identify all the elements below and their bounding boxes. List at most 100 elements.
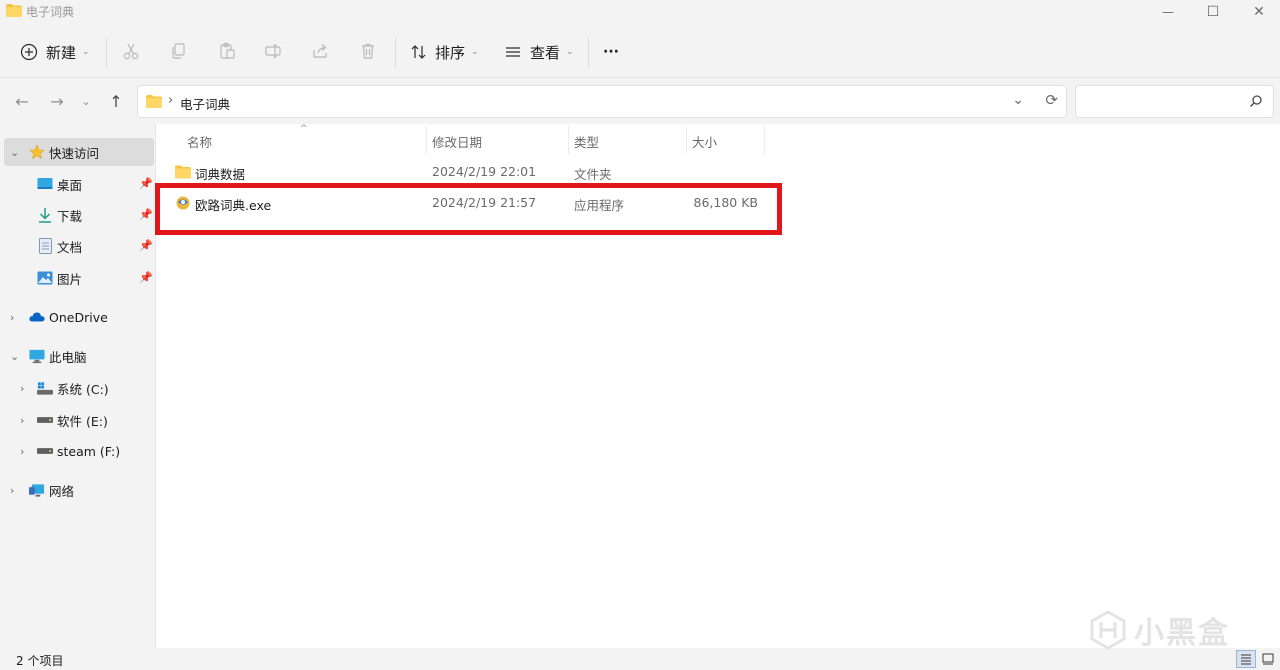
- sidebar-item-network[interactable]: › 网络: [0, 476, 156, 504]
- up-button[interactable]: ↑: [104, 90, 128, 112]
- sidebar-item-label: 桌面: [57, 177, 83, 193]
- network-icon: [29, 482, 45, 498]
- document-icon: [37, 238, 53, 254]
- share-button[interactable]: [310, 40, 332, 62]
- column-header-label: 大小: [692, 134, 718, 150]
- sort-label: 排序: [435, 43, 466, 62]
- chevron-down-icon[interactable]: ⌄: [10, 146, 20, 159]
- column-header-modified[interactable]: 修改日期: [432, 127, 482, 155]
- pin-icon[interactable]: 📌: [139, 208, 153, 222]
- cut-button[interactable]: [120, 40, 142, 62]
- refresh-icon[interactable]: ⟳: [1045, 91, 1058, 109]
- search-icon: [1250, 95, 1262, 107]
- sidebar-item-downloads[interactable]: 下载 📌: [0, 201, 156, 229]
- folder-icon: [146, 95, 162, 108]
- delete-button[interactable]: [357, 40, 379, 62]
- highlight-box: [155, 183, 782, 235]
- share-icon: [313, 44, 327, 58]
- pin-icon[interactable]: 📌: [139, 177, 153, 191]
- address-dropdown-icon[interactable]: ⌄: [1012, 92, 1024, 108]
- download-icon: [37, 207, 53, 223]
- chevron-right-icon[interactable]: ›: [10, 484, 20, 497]
- rename-button[interactable]: [262, 40, 284, 62]
- column-divider[interactable]: [686, 126, 687, 154]
- sidebar-item-onedrive[interactable]: › OneDrive: [0, 303, 156, 331]
- computer-icon: [29, 348, 45, 364]
- trash-icon: [362, 43, 374, 59]
- column-divider[interactable]: [764, 126, 765, 154]
- pin-icon[interactable]: 📌: [139, 271, 153, 285]
- chevron-right-icon[interactable]: ›: [20, 445, 30, 458]
- star-icon: [29, 144, 45, 160]
- watermark-text: 小黑盒: [1134, 616, 1230, 651]
- arrow-left-icon: ←: [15, 91, 29, 111]
- search-box[interactable]: [1075, 85, 1274, 118]
- sidebar-item-pictures[interactable]: 图片 📌: [0, 264, 156, 292]
- sidebar-item-quick-access[interactable]: ⌄ 快速访问: [4, 138, 154, 166]
- item-count: 2 个项目: [16, 654, 64, 668]
- pictures-icon: [37, 270, 53, 286]
- sidebar-item-this-pc[interactable]: ⌄ 此电脑: [0, 342, 156, 370]
- back-button[interactable]: ←: [10, 90, 34, 112]
- arrow-right-icon: →: [50, 91, 64, 111]
- forward-button[interactable]: →: [45, 90, 69, 112]
- paste-icon: [220, 42, 235, 59]
- view-label: 查看: [530, 43, 561, 62]
- sort-button[interactable]: 排序 ⌄: [410, 36, 479, 68]
- sidebar-item-desktop[interactable]: 桌面 📌: [0, 170, 156, 198]
- copy-button[interactable]: [168, 40, 190, 62]
- chevron-right-icon[interactable]: ›: [10, 311, 20, 324]
- sidebar-item-drive-e[interactable]: › 软件 (E:): [0, 406, 156, 434]
- navigation-pane: ⌄ 快速访问 桌面 📌 下载 📌 文档 📌 图片 📌 › OneDrive ⌄ …: [0, 124, 156, 648]
- breadcrumb-current-folder[interactable]: 电子词典: [180, 94, 230, 113]
- column-header-label: 名称: [187, 134, 213, 150]
- sidebar-item-label: steam (F:): [57, 443, 121, 459]
- column-divider[interactable]: [568, 126, 569, 154]
- chevron-down-icon: ⌄: [82, 47, 90, 57]
- view-button[interactable]: 查看 ⌄: [504, 36, 574, 68]
- sidebar-item-drive-c[interactable]: › 系统 (C:): [0, 374, 156, 402]
- window-title: 电子词典: [26, 5, 75, 19]
- sidebar-item-label: 此电脑: [49, 349, 87, 365]
- sidebar-item-label: 图片: [57, 271, 83, 287]
- command-bar: 新建 ⌄ 排序 ⌄ 查看 ⌄ ···: [0, 24, 1280, 78]
- search-input[interactable]: [1082, 92, 1242, 112]
- column-header-label: 类型: [574, 134, 600, 150]
- new-button[interactable]: 新建 ⌄: [20, 36, 90, 68]
- column-divider[interactable]: [426, 126, 427, 154]
- cut-icon: [123, 43, 139, 60]
- address-bar[interactable]: › 电子词典 ⌄ ⟳: [137, 85, 1067, 118]
- file-modified: 2024/2/19 22:01: [432, 164, 537, 179]
- watermark-logo-icon: [1090, 610, 1126, 650]
- watermark: 小黑盒: [1088, 604, 1248, 656]
- copy-icon: [172, 43, 185, 59]
- file-name: 词典数据: [195, 167, 246, 182]
- sidebar-item-drive-f[interactable]: › steam (F:): [0, 437, 156, 465]
- chevron-down-icon: ⌄: [81, 94, 91, 108]
- close-icon: ✕: [1253, 4, 1265, 20]
- column-header-size[interactable]: 大小: [692, 127, 717, 155]
- maximize-button[interactable]: ☐: [1190, 0, 1236, 24]
- new-label: 新建: [46, 43, 77, 62]
- rename-icon: [265, 44, 281, 58]
- breadcrumb-separator: ›: [168, 93, 174, 108]
- sidebar-item-label: 快速访问: [49, 145, 100, 161]
- more-options-button[interactable]: ···: [603, 36, 619, 68]
- folder-icon: [175, 165, 191, 179]
- column-header-type[interactable]: 类型: [574, 127, 599, 155]
- tiles-view-icon: [1262, 653, 1274, 665]
- pin-icon[interactable]: 📌: [139, 239, 153, 253]
- cloud-icon: [29, 309, 45, 325]
- recent-locations-button[interactable]: ⌄: [74, 90, 98, 112]
- close-button[interactable]: ✕: [1236, 0, 1280, 24]
- minimize-button[interactable]: —: [1145, 0, 1191, 24]
- paste-button[interactable]: [216, 40, 238, 62]
- chevron-right-icon[interactable]: ›: [20, 414, 30, 427]
- sidebar-item-documents[interactable]: 文档 📌: [0, 232, 156, 260]
- chevron-down-icon[interactable]: ⌄: [10, 350, 20, 363]
- chevron-right-icon[interactable]: ›: [20, 382, 30, 395]
- tiles-view-button[interactable]: [1258, 650, 1278, 668]
- column-header-name[interactable]: 名称: [187, 127, 212, 155]
- sidebar-item-label: 网络: [49, 483, 75, 499]
- chevron-down-icon: ⌄: [566, 47, 574, 57]
